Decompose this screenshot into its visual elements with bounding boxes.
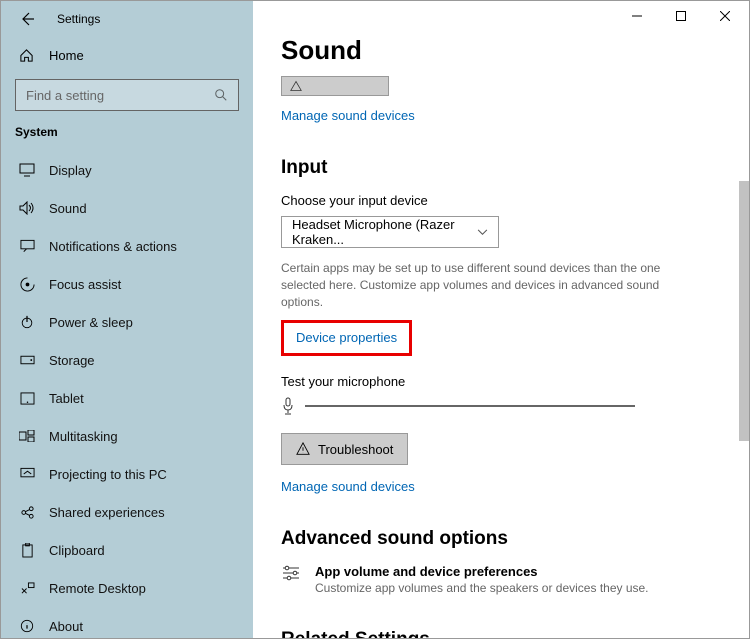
sidebar-item-notifications[interactable]: Notifications & actions [1, 227, 253, 265]
sidebar-label: Storage [49, 353, 95, 368]
dropdown-value: Headset Microphone (Razer Kraken... [292, 217, 477, 247]
close-button[interactable] [703, 1, 747, 31]
related-section-title: Related Settings [281, 629, 701, 638]
maximize-button[interactable] [659, 1, 703, 31]
projecting-icon [19, 466, 35, 482]
adv-desc: Customize app volumes and the speakers o… [315, 581, 649, 595]
troubleshoot-label: Troubleshoot [318, 442, 393, 457]
chevron-down-icon [477, 229, 488, 236]
input-section-title: Input [281, 157, 701, 179]
sidebar: Settings Home System Display Sound Notif… [1, 1, 253, 638]
sidebar-item-projecting[interactable]: Projecting to this PC [1, 455, 253, 493]
sidebar-label: About [49, 619, 83, 634]
sidebar-label: Clipboard [49, 543, 105, 558]
multitasking-icon [19, 428, 35, 444]
nav-home-label: Home [49, 48, 84, 63]
sidebar-label: Remote Desktop [49, 581, 146, 596]
search-input-container[interactable] [15, 79, 239, 111]
sidebar-item-multitasking[interactable]: Multitasking [1, 417, 253, 455]
adv-title: App volume and device preferences [315, 564, 649, 579]
sidebar-label: Projecting to this PC [49, 467, 167, 482]
titlebar [253, 1, 749, 31]
manage-devices-link-2[interactable]: Manage sound devices [281, 479, 701, 494]
output-troubleshoot-clipped[interactable] [281, 76, 389, 96]
device-properties-link[interactable]: Device properties [296, 330, 397, 345]
main-panel: Sound Manage sound devices Input Choose … [253, 1, 749, 638]
sidebar-label: Power & sleep [49, 315, 133, 330]
sidebar-label: Notifications & actions [49, 239, 177, 254]
warning-icon [296, 442, 310, 456]
focus-icon [19, 276, 35, 292]
nav-home[interactable]: Home [1, 37, 253, 73]
about-icon [19, 618, 35, 634]
sidebar-label: Shared experiences [49, 505, 165, 520]
shared-icon [19, 504, 35, 520]
sliders-icon [281, 564, 301, 595]
sidebar-item-display[interactable]: Display [1, 151, 253, 189]
sidebar-item-remote[interactable]: Remote Desktop [1, 569, 253, 607]
advanced-section-title: Advanced sound options [281, 528, 701, 550]
warning-icon [290, 80, 302, 92]
power-icon [19, 314, 35, 330]
input-description: Certain apps may be set up to use differ… [281, 260, 691, 310]
home-icon [19, 47, 35, 63]
sidebar-item-about[interactable]: About [1, 607, 253, 638]
notifications-icon [19, 238, 35, 254]
settings-title: Settings [57, 12, 100, 26]
sidebar-label: Tablet [49, 391, 84, 406]
sidebar-item-clipboard[interactable]: Clipboard [1, 531, 253, 569]
choose-input-label: Choose your input device [281, 193, 701, 208]
sidebar-label: Multitasking [49, 429, 118, 444]
sidebar-item-shared[interactable]: Shared experiences [1, 493, 253, 531]
sidebar-item-focus[interactable]: Focus assist [1, 265, 253, 303]
manage-devices-link[interactable]: Manage sound devices [281, 108, 701, 123]
minimize-button[interactable] [615, 1, 659, 31]
input-device-dropdown[interactable]: Headset Microphone (Razer Kraken... [281, 216, 499, 248]
scrollbar-thumb[interactable] [739, 181, 749, 441]
microphone-icon [281, 397, 295, 415]
search-input[interactable] [26, 88, 214, 103]
display-icon [19, 162, 35, 178]
sidebar-item-power[interactable]: Power & sleep [1, 303, 253, 341]
test-mic-label: Test your microphone [281, 374, 701, 389]
sidebar-item-tablet[interactable]: Tablet [1, 379, 253, 417]
sidebar-item-sound[interactable]: Sound [1, 189, 253, 227]
sidebar-label: Display [49, 163, 92, 178]
mic-level-bar [305, 405, 635, 407]
tablet-icon [19, 390, 35, 406]
category-header: System [1, 125, 253, 151]
sidebar-label: Focus assist [49, 277, 121, 292]
clipboard-icon [19, 542, 35, 558]
sound-icon [19, 200, 35, 216]
remote-icon [19, 580, 35, 596]
app-volume-row[interactable]: App volume and device preferences Custom… [281, 564, 701, 595]
highlight-annotation: Device properties [281, 320, 412, 356]
troubleshoot-button[interactable]: Troubleshoot [281, 433, 408, 465]
mic-test-row [281, 397, 701, 415]
back-button[interactable] [19, 11, 35, 27]
sidebar-item-storage[interactable]: Storage [1, 341, 253, 379]
page-title: Sound [281, 35, 701, 66]
search-icon [214, 88, 228, 102]
storage-icon [19, 352, 35, 368]
sidebar-label: Sound [49, 201, 87, 216]
